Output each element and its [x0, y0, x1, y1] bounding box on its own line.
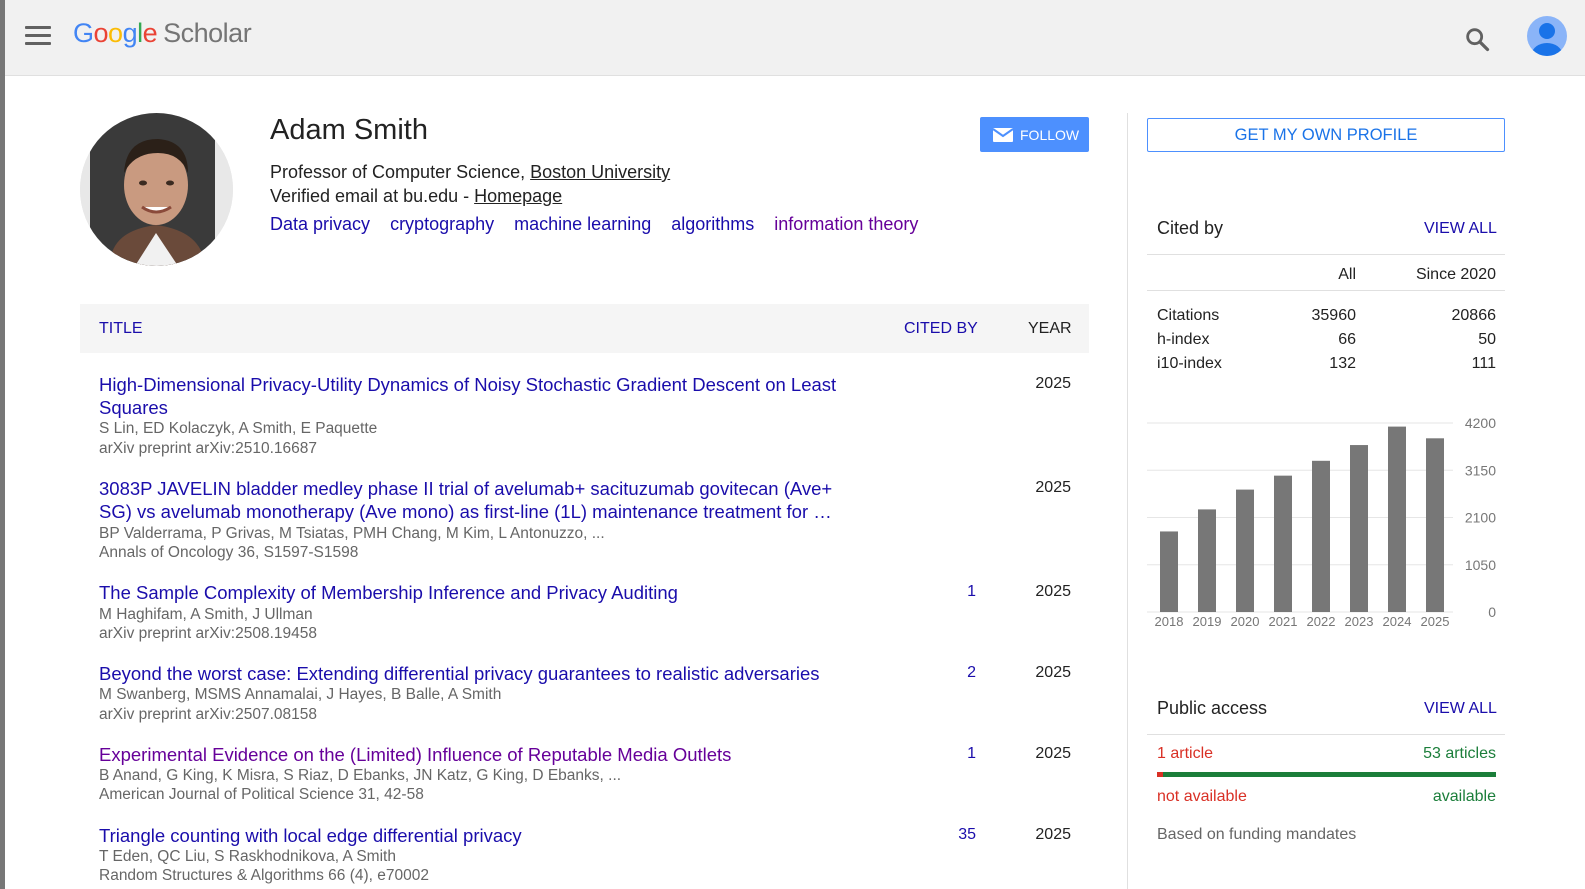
public-access-footer: Based on funding mandates: [1157, 826, 1357, 843]
chart-bar-2018[interactable]: [1160, 531, 1178, 612]
chart-bar-2023[interactable]: [1350, 445, 1368, 612]
public-access-heading: Public access: [1157, 698, 1268, 718]
chart-bar-2024[interactable]: [1388, 426, 1406, 612]
col-all: All: [1338, 266, 1356, 283]
google-scholar-logo[interactable]: Google Scholar: [73, 18, 252, 49]
x-tick-label: 2020: [1231, 614, 1260, 629]
y-tick-label: 0: [1488, 604, 1496, 620]
window-edge: [0, 0, 5, 889]
x-tick-label: 2023: [1345, 614, 1374, 629]
article-title-link[interactable]: 3083P JAVELIN bladder medley phase II tr…: [99, 477, 869, 523]
interest-link[interactable]: cryptography: [390, 214, 494, 234]
article-title-link[interactable]: Triangle counting with local edge differ…: [99, 824, 869, 847]
public-access-view-all-link[interactable]: VIEW ALL: [1424, 700, 1497, 718]
y-tick-label: 1050: [1465, 557, 1496, 573]
chart-bar-2020[interactable]: [1236, 489, 1254, 612]
article-year: 2025: [1035, 375, 1071, 392]
article-authors: M Haghifam, A Smith, J Ullman: [99, 606, 313, 623]
article-year: 2025: [1035, 583, 1071, 600]
account-avatar-icon[interactable]: [1527, 16, 1567, 56]
get-my-own-profile-button[interactable]: GET MY OWN PROFILE: [1147, 118, 1505, 152]
article-year: 2025: [1035, 479, 1071, 496]
y-tick-label: 3150: [1465, 462, 1496, 478]
article-title-link[interactable]: High-Dimensional Privacy-Utility Dynamic…: [99, 373, 869, 419]
article-year: 2025: [1035, 664, 1071, 681]
profile-affiliation: Professor of Computer Science, Boston Un…: [270, 162, 671, 182]
divider: [1147, 290, 1505, 291]
divider: [1147, 734, 1505, 735]
search-icon[interactable]: [1463, 25, 1491, 53]
interest-link[interactable]: Data privacy: [270, 214, 370, 234]
article-venue: Random Structures & Algorithms 66 (4), e…: [99, 867, 429, 884]
mail-icon: [992, 127, 1014, 142]
article-authors: S Lin, ED Kolaczyk, A Smith, E Paquette: [99, 420, 378, 437]
sort-by-year[interactable]: YEAR: [1028, 320, 1072, 338]
stats-row: h-index 66 50: [1157, 331, 1496, 348]
article-title-link[interactable]: The Sample Complexity of Membership Infe…: [99, 581, 869, 604]
article-venue: Annals of Oncology 36, S1597-S1598: [99, 544, 359, 561]
interest-link[interactable]: machine learning: [514, 214, 651, 234]
article-venue: arXiv preprint arXiv:2508.19458: [99, 625, 317, 642]
x-tick-label: 2022: [1307, 614, 1336, 629]
x-tick-label: 2019: [1193, 614, 1222, 629]
profile-email: Verified email at bu.edu - Homepage: [270, 186, 563, 206]
stats-row: i10-index 132 111: [1157, 355, 1496, 372]
article-authors: M Swanberg, MSMS Annamalai, J Hayes, B B…: [99, 686, 502, 703]
sort-by-cited[interactable]: CITED BY: [904, 320, 978, 338]
stats-header-row: All Since 2020: [1147, 266, 1505, 290]
hamburger-menu-icon[interactable]: [25, 26, 51, 48]
x-tick-label: 2018: [1155, 614, 1184, 629]
chart-bar-2025[interactable]: [1426, 438, 1444, 612]
article-year: 2025: [1035, 826, 1071, 843]
homepage-link[interactable]: Homepage: [474, 186, 562, 206]
cited-by-link[interactable]: 2: [967, 664, 976, 682]
article-venue: arXiv preprint arXiv:2507.08158: [99, 706, 317, 723]
article-year: 2025: [1035, 745, 1071, 762]
article-authors: B Anand, G King, K Misra, S Riaz, D Eban…: [99, 767, 622, 784]
cited-by-heading: Cited by: [1157, 218, 1224, 238]
article-title-link[interactable]: Experimental Evidence on the (Limited) I…: [99, 743, 869, 766]
citations-per-year-chart: 0 1050 2100 3150 4200 2018 2019 2020 2021 2022 202…: [1147, 415, 1496, 629]
article-venue: American Journal of Political Science 31…: [99, 786, 424, 803]
interest-link[interactable]: algorithms: [671, 214, 754, 234]
public-access-bar: [1157, 772, 1496, 777]
not-available-label: not available: [1157, 788, 1247, 805]
article-title-link[interactable]: Beyond the worst case: Extending differe…: [99, 662, 869, 685]
research-interests: Data privacy cryptography machine learni…: [270, 214, 933, 235]
x-tick-label: 2025: [1421, 614, 1450, 629]
chart-bar-2019[interactable]: [1198, 509, 1216, 612]
affiliation-link[interactable]: Boston University: [530, 162, 670, 182]
profile-photo: [80, 113, 233, 266]
not-available-count[interactable]: 1 article: [1157, 745, 1213, 763]
top-bar: Google Scholar: [5, 0, 1585, 76]
available-count[interactable]: 53 articles: [1423, 745, 1496, 763]
y-tick-label: 4200: [1465, 415, 1496, 431]
cited-by-link[interactable]: 1: [967, 745, 976, 763]
divider: [1147, 254, 1505, 255]
available-label: available: [1432, 788, 1496, 805]
x-tick-label: 2024: [1383, 614, 1412, 629]
article-venue: arXiv preprint arXiv:2510.16687: [99, 440, 317, 457]
cited-by-view-all-link[interactable]: VIEW ALL: [1424, 220, 1497, 238]
article-authors: BP Valderrama, P Grivas, M Tsiatas, PMH …: [99, 525, 605, 542]
not-available-fill: [1157, 772, 1164, 777]
col-since: Since 2020: [1415, 266, 1496, 283]
interest-link[interactable]: information theory: [774, 214, 918, 234]
article-authors: T Eden, QC Liu, S Raskhodnikova, A Smith: [99, 848, 396, 865]
follow-button[interactable]: FOLLOW: [980, 117, 1089, 152]
y-tick-label: 2100: [1465, 510, 1496, 526]
profile-name: Adam Smith: [270, 114, 428, 146]
chart-bar-2021[interactable]: [1274, 475, 1292, 612]
stats-row: Citations 35960 20866: [1157, 307, 1496, 324]
cited-by-link[interactable]: 1: [967, 583, 976, 601]
chart-bar-2022[interactable]: [1312, 460, 1330, 612]
cited-by-link[interactable]: 35: [958, 826, 976, 844]
x-tick-label: 2021: [1269, 614, 1298, 629]
column-divider: [1127, 113, 1128, 889]
sort-by-title[interactable]: TITLE: [99, 320, 143, 338]
articles-table-header: TITLE CITED BY YEAR: [80, 304, 1089, 353]
